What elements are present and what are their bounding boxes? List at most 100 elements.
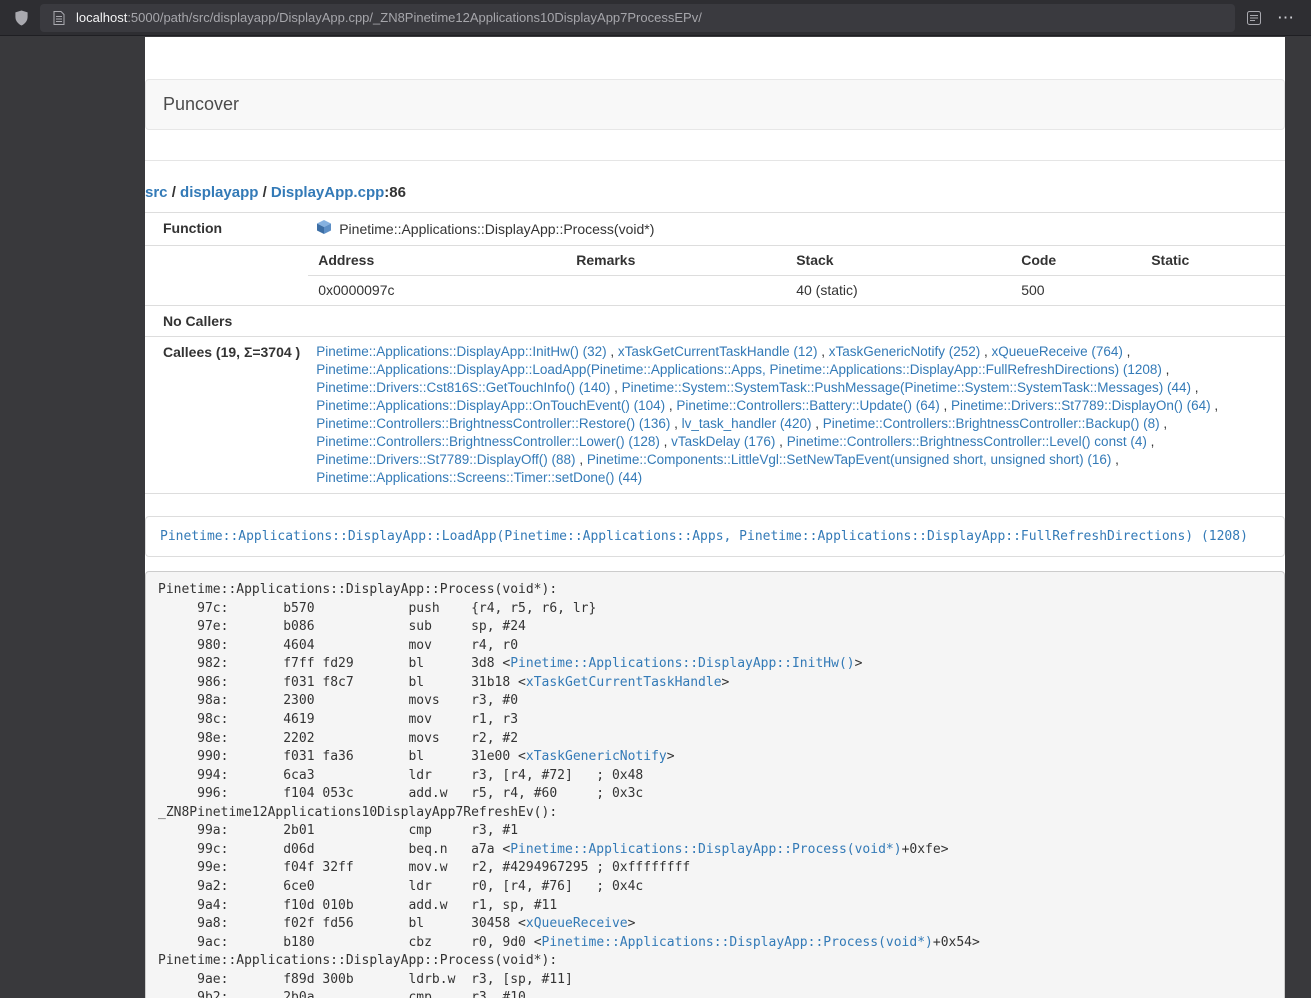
url-text: localhost:5000/path/src/displayapp/Displ… [76,10,702,25]
code-line: 9ae: f89d 300b ldrb.w r3, [sp, #11] [158,971,1272,990]
callee-link[interactable]: Pinetime::Controllers::BrightnessControl… [316,416,670,431]
divider [145,160,1285,161]
code-text: 9b2: 2b0a cmp r3, #10 [158,990,526,998]
code-line: 986: f031 f8c7 bl 31b18 <xTaskGetCurrent… [158,674,1272,693]
stats-outer-row: AddressRemarksStackCodeStatic 0x0000097c… [145,246,1285,306]
code-text: 98c: 4619 mov r1, r3 [158,712,518,727]
code-text: 990: f031 fa36 bl 31e00 < [158,749,526,764]
stats-header: Code [1011,246,1141,276]
function-name: Pinetime::Applications::DisplayApp::Proc… [339,220,654,238]
code-text: > [722,675,730,690]
breadcrumb: src / displayapp / DisplayApp.cpp:86 [145,183,1285,202]
stats-cell: 0x0000097c [308,276,566,306]
callee-link[interactable]: Pinetime::Applications::DisplayApp::Load… [316,362,1162,377]
callee-separator: , [660,434,671,449]
code-text: 97e: b086 sub sp, #24 [158,619,526,634]
callee-link[interactable]: Pinetime::System::SystemTask::PushMessag… [622,380,1191,395]
callee-link[interactable]: Pinetime::Controllers::BrightnessControl… [787,434,1147,449]
code-text: _ZN8Pinetime12Applications10DisplayApp7R… [158,805,557,820]
callee-link[interactable]: Pinetime::Drivers::Cst816S::GetTouchInfo… [316,380,610,395]
breadcrumb-link[interactable]: displayapp [180,184,258,201]
callee-separator: , [817,344,828,359]
callee-link[interactable]: lv_task_handler (420) [682,416,812,431]
callee-link[interactable]: Pinetime::Applications::DisplayApp::Init… [316,344,606,359]
no-callers-row: No Callers [145,306,1285,337]
code-text: 98a: 2300 movs r3, #0 [158,693,518,708]
code-symbol-link[interactable]: xTaskGetCurrentTaskHandle [526,675,722,690]
callee-link[interactable]: Pinetime::Drivers::St7789::DisplayOn() (… [951,398,1211,413]
function-cell: Pinetime::Applications::DisplayApp::Proc… [316,219,1277,239]
code-text: 98e: 2202 movs r2, #2 [158,731,518,746]
code-text: 9a2: 6ce0 ldr r0, [r4, #76] ; 0x4c [158,879,643,894]
stats-header: Stack [786,246,1011,276]
callee-link[interactable]: Pinetime::Controllers::BrightnessControl… [823,416,1160,431]
code-line: 97e: b086 sub sp, #24 [158,618,1272,637]
callee-link[interactable]: Pinetime::Applications::DisplayApp::OnTo… [316,398,665,413]
callee-separator: , [1123,344,1131,359]
disassembly-code-block: Pinetime::Applications::DisplayApp::Proc… [145,571,1285,998]
stats-cell [1141,276,1285,306]
code-line: 982: f7ff fd29 bl 3d8 <Pinetime::Applica… [158,655,1272,674]
callee-separator: , [607,344,618,359]
page-background: Puncover src / displayapp / DisplayApp.c… [0,37,1311,998]
callee-separator: , [1111,452,1119,467]
callee-link[interactable]: Pinetime::Drivers::St7789::DisplayOff() … [316,452,575,467]
callees-list: Pinetime::Applications::DisplayApp::Init… [308,337,1285,494]
code-line: 990: f031 fa36 bl 31e00 <xTaskGenericNot… [158,748,1272,767]
callee-link[interactable]: xQueueReceive (764) [992,344,1123,359]
code-line: 994: 6ca3 ldr r3, [r4, #72] ; 0x48 [158,767,1272,786]
code-text: 986: f031 f8c7 bl 31b18 < [158,675,526,690]
callee-link[interactable]: xTaskGenericNotify (252) [829,344,981,359]
callee-link[interactable]: Pinetime::Controllers::Battery::Update()… [676,398,939,413]
overflow-menu-icon[interactable]: ⋯ [1273,8,1299,28]
code-line: 9b2: 2b0a cmp r3, #10 [158,989,1272,998]
stats-header: Remarks [566,246,786,276]
url-path: :5000/path/src/displayapp/DisplayApp.cpp… [127,10,702,25]
code-text: +0x54> [933,935,980,950]
brand-link[interactable]: Puncover [163,94,239,115]
code-line: 98a: 2300 movs r3, #0 [158,692,1272,711]
code-text: > [628,916,636,931]
code-text: 99c: d06d beq.n a7a < [158,842,510,857]
callee-separator: , [775,434,786,449]
stats-table: AddressRemarksStackCodeStatic 0x0000097c… [308,246,1285,305]
stats-value-row: 0x0000097c40 (static)500 [308,276,1285,306]
function-label: Function [145,213,308,246]
code-symbol-link[interactable]: xQueueReceive [526,916,628,931]
stats-header: Address [308,246,566,276]
page-icon [50,9,68,27]
url-bar[interactable]: localhost:5000/path/src/displayapp/Displ… [40,4,1235,32]
code-line: 99e: f04f 32ff mov.w r2, #4294967295 ; 0… [158,859,1272,878]
callee-separator: , [811,416,822,431]
loadapp-link[interactable]: Pinetime::Applications::DisplayApp::Load… [160,529,1248,544]
breadcrumb-separator: / [258,184,271,201]
code-line: 9a2: 6ce0 ldr r0, [r4, #76] ; 0x4c [158,878,1272,897]
code-line: 9ac: b180 cbz r0, 9d0 <Pinetime::Applica… [158,934,1272,953]
browser-toolbar: localhost:5000/path/src/displayapp/Displ… [0,0,1311,36]
code-symbol-link[interactable]: Pinetime::Applications::DisplayApp::Proc… [510,842,901,857]
callee-link[interactable]: Pinetime::Controllers::BrightnessControl… [316,434,660,449]
breadcrumb-link[interactable]: DisplayApp.cpp [271,184,384,201]
stats-cell: 40 (static) [786,276,1011,306]
callee-separator: , [1147,434,1155,449]
callee-link[interactable]: xTaskGetCurrentTaskHandle (12) [618,344,818,359]
callee-link[interactable]: Pinetime::Applications::Screens::Timer::… [316,470,642,485]
code-symbol-link[interactable]: Pinetime::Applications::DisplayApp::Init… [510,656,854,671]
url-host: localhost [76,10,127,25]
callee-separator: , [1191,380,1199,395]
code-symbol-link[interactable]: Pinetime::Applications::DisplayApp::Proc… [542,935,933,950]
callee-link[interactable]: Pinetime::Components::LittleVgl::SetNewT… [587,452,1112,467]
code-text: 980: 4604 mov r4, r0 [158,638,518,653]
breadcrumb-link[interactable]: src [145,184,168,201]
code-line: 980: 4604 mov r4, r0 [158,637,1272,656]
code-line: 99a: 2b01 cmp r3, #1 [158,822,1272,841]
code-line: 996: f104 053c add.w r5, r4, #60 ; 0x3c [158,785,1272,804]
shield-icon[interactable] [12,9,30,27]
callee-separator: , [576,452,587,467]
callee-link[interactable]: vTaskDelay (176) [671,434,775,449]
code-symbol-link[interactable]: xTaskGenericNotify [526,749,667,764]
code-text: 994: 6ca3 ldr r3, [r4, #72] ; 0x48 [158,768,643,783]
reader-view-icon[interactable] [1245,9,1263,27]
callee-separator: , [665,398,676,413]
breadcrumb-line-number: :86 [384,184,406,201]
